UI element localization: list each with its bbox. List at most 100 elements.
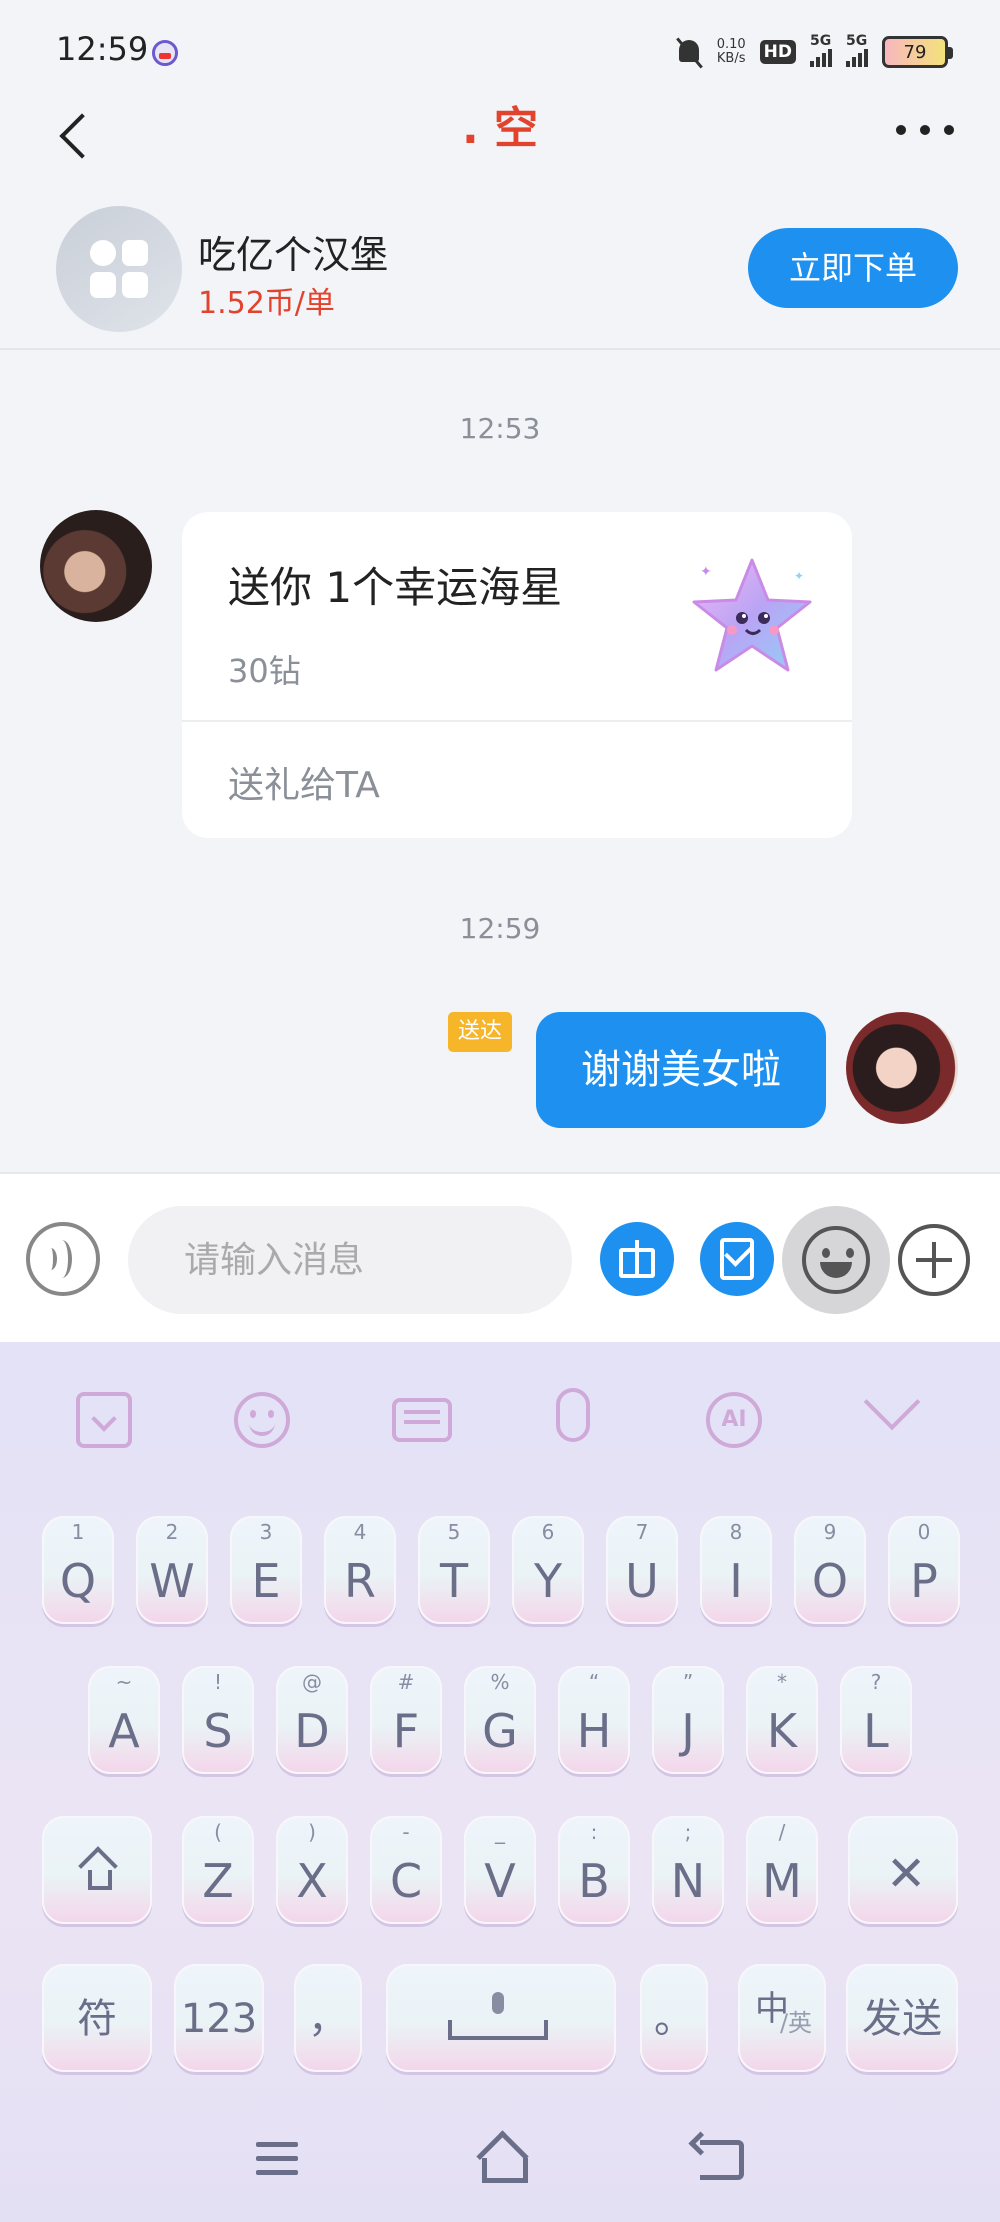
comma-key-label: ，	[308, 1996, 348, 2042]
gift-button[interactable]	[600, 1222, 674, 1296]
key-label: S	[203, 1704, 233, 1758]
send-key-label: 发送	[862, 1996, 942, 2042]
voice-input-button[interactable]	[26, 1222, 100, 1296]
key-label: H	[576, 1704, 612, 1758]
key-k[interactable]: * K	[746, 1666, 818, 1774]
key-g[interactable]: % G	[464, 1666, 536, 1774]
home-icon[interactable]	[476, 2136, 528, 2183]
key-label: E	[251, 1554, 281, 1608]
key-label: Q	[59, 1554, 97, 1608]
recent-apps-icon[interactable]	[256, 2142, 298, 2178]
sim2-label: 5G	[846, 33, 868, 49]
app-notification-icon	[152, 40, 178, 66]
ai-assistant-icon[interactable]: AI	[706, 1392, 762, 1448]
key-label: W	[149, 1554, 195, 1608]
key-x[interactable]: ) X	[276, 1816, 348, 1924]
shift-key[interactable]	[42, 1816, 152, 1924]
key-u[interactable]: 7U	[606, 1516, 678, 1624]
key-h[interactable]: “H	[558, 1666, 630, 1774]
key-secondary-label: #	[397, 1670, 415, 1694]
language-switch-key[interactable]: 中 /英	[738, 1964, 826, 2072]
key-label: X	[296, 1854, 328, 1908]
key-n[interactable]: ; N	[652, 1816, 724, 1924]
key-p[interactable]: 0P	[888, 1516, 960, 1624]
key-e[interactable]: 3E	[230, 1516, 302, 1624]
message-input[interactable]	[128, 1206, 572, 1314]
more-actions-button[interactable]	[898, 1224, 970, 1296]
emoji-button[interactable]	[782, 1206, 890, 1314]
delete-key[interactable]: ✕	[848, 1816, 958, 1924]
key-secondary-label: 2	[165, 1520, 179, 1544]
key-r[interactable]: 4R	[324, 1516, 396, 1624]
delete-icon: ✕	[886, 1846, 927, 1902]
contact-avatar[interactable]	[40, 510, 152, 622]
back-nav-icon[interactable]	[700, 2140, 744, 2180]
gift-card-divider	[182, 720, 852, 722]
key-secondary-label: 9	[823, 1520, 837, 1544]
battery-level: 79	[903, 41, 927, 63]
key-m[interactable]: / M	[746, 1816, 818, 1924]
key-secondary-label: 3	[259, 1520, 273, 1544]
microphone-icon[interactable]	[556, 1388, 590, 1442]
my-avatar[interactable]	[846, 1012, 958, 1124]
keyboard-collapse-icon[interactable]	[76, 1392, 132, 1448]
key-label: U	[625, 1554, 659, 1608]
gift-message-card[interactable]: 送你 1个幸运海星 30钻 ✦ ✦ 送礼给TA	[182, 512, 852, 838]
key-secondary-label: !	[213, 1670, 223, 1694]
system-navigation-bar	[0, 2100, 1000, 2222]
back-button[interactable]	[50, 104, 110, 164]
key-label: D	[294, 1704, 330, 1758]
number-key[interactable]: 123	[174, 1964, 264, 2072]
shift-icon	[78, 1852, 118, 1890]
status-time: 12:59	[56, 30, 149, 68]
key-s[interactable]: ! S	[182, 1666, 254, 1774]
key-c[interactable]: -C	[370, 1816, 442, 1924]
key-secondary-label: ;	[684, 1820, 692, 1844]
order-now-button[interactable]: 立即下单	[748, 228, 958, 308]
emoji-panel-icon[interactable]	[234, 1392, 290, 1448]
outgoing-message-bubble[interactable]: 谢谢美女啦	[536, 1012, 826, 1128]
key-label: B	[578, 1854, 610, 1908]
key-label: F	[392, 1704, 420, 1758]
network-speed-unit: KB/s	[716, 51, 746, 66]
key-l[interactable]: ? L	[840, 1666, 912, 1774]
key-label: G	[482, 1704, 518, 1758]
symbol-key[interactable]: 符	[42, 1964, 152, 2072]
status-icons: 0.10 KB/s HD 5G 5G 79	[675, 33, 953, 70]
space-mic-icon	[492, 1992, 504, 2014]
space-key[interactable]	[386, 1964, 616, 2072]
send-gift-link[interactable]: 送礼给TA	[228, 756, 380, 808]
signal-icon-sim1: 5G	[810, 33, 832, 67]
key-secondary-label: :	[590, 1820, 598, 1844]
key-secondary-label: )	[308, 1820, 316, 1844]
keyboard-layout-icon[interactable]	[392, 1398, 452, 1442]
key-o[interactable]: 9O	[794, 1516, 866, 1624]
key-y[interactable]: 6Y	[512, 1516, 584, 1624]
key-label: C	[389, 1854, 423, 1908]
key-secondary-label: -	[402, 1820, 410, 1844]
number-key-label: 123	[180, 1996, 258, 2042]
signal-icon-sim2: 5G	[846, 33, 868, 67]
key-f[interactable]: # F	[370, 1666, 442, 1774]
key-label: J	[681, 1704, 695, 1758]
key-q[interactable]: 1Q	[42, 1516, 114, 1624]
order-header: 吃亿个汉堡 1.52币/单 立即下单	[0, 190, 1000, 350]
service-price: 1.52币/单	[198, 286, 335, 321]
key-z[interactable]: (Z	[182, 1816, 254, 1924]
key-j[interactable]: ” J	[652, 1666, 724, 1774]
period-key[interactable]: 。	[640, 1964, 708, 2072]
key-a[interactable]: ~ A	[88, 1666, 160, 1774]
key-w[interactable]: 2W	[136, 1516, 208, 1624]
key-label: Y	[533, 1554, 563, 1608]
key-d[interactable]: @ D	[276, 1666, 348, 1774]
key-v[interactable]: _ V	[464, 1816, 536, 1924]
send-key[interactable]: 发送	[846, 1964, 958, 2072]
more-options-button[interactable]	[890, 110, 960, 150]
key-i[interactable]: 8I	[700, 1516, 772, 1624]
red-packet-button[interactable]	[700, 1222, 774, 1296]
key-b[interactable]: :B	[558, 1816, 630, 1924]
hide-keyboard-icon[interactable]	[863, 1373, 921, 1431]
key-t[interactable]: 5T	[418, 1516, 490, 1624]
svg-text:✦: ✦	[700, 564, 712, 580]
comma-key[interactable]: ，	[294, 1964, 362, 2072]
